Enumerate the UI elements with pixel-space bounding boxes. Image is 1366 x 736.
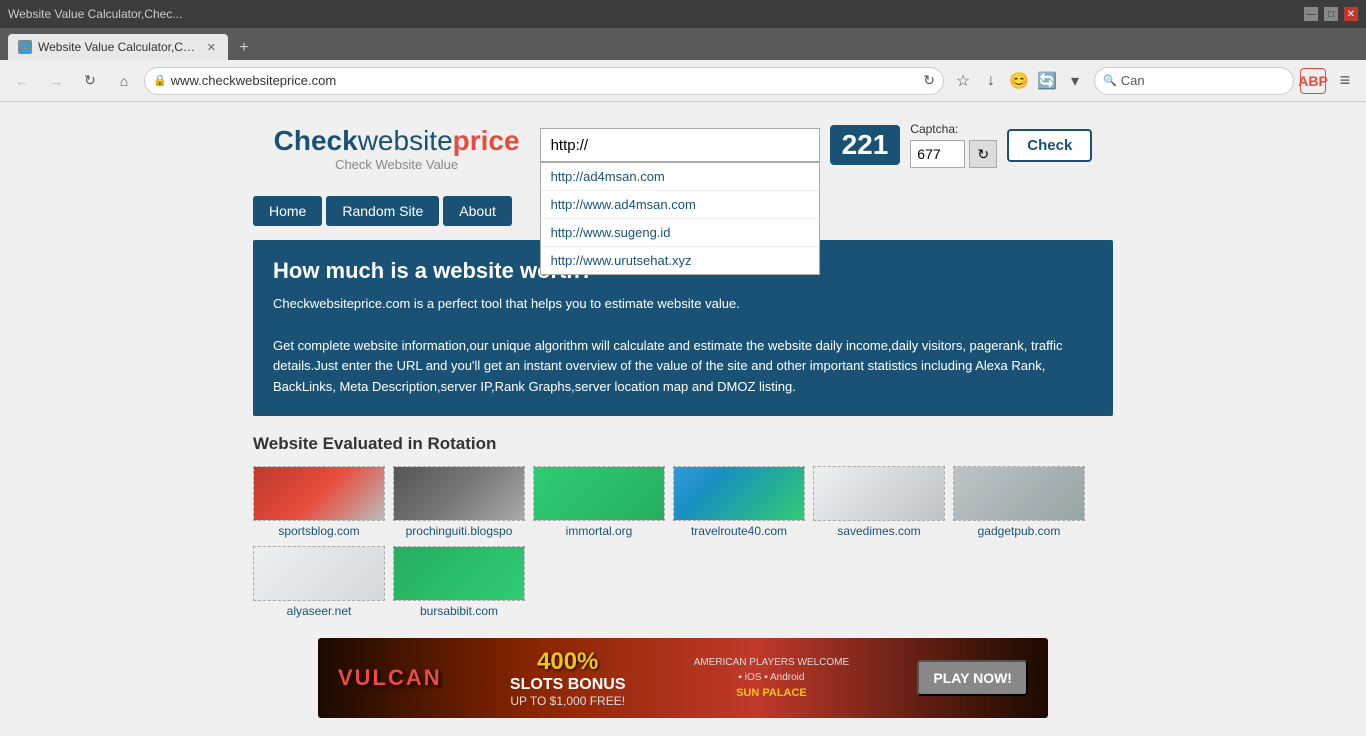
site-label: bursabibit.com [393,604,525,618]
list-item[interactable]: travelroute40.com [673,466,805,538]
search-icon: 🔍 [1103,74,1117,87]
list-item[interactable]: savedimes.com [813,466,945,538]
list-item[interactable]: alyaseer.net [253,546,385,618]
nav-arrow-button[interactable]: ▾ [1062,68,1088,94]
page-content: Checkwebsiteprice Check Website Value ht… [0,102,1366,736]
tab-title: Website Value Calculator,Chec... [38,40,199,54]
downloads-button[interactable]: ↓ [978,68,1004,94]
captcha-area: Captcha: ↻ [910,122,997,168]
rotation-grid: sportsblog.com prochinguiti.blogspo immo… [253,466,1113,618]
site-thumbnail [393,466,525,521]
site-label: gadgetpub.com [953,524,1085,538]
sync-button[interactable]: 🔄 [1034,68,1060,94]
dropdown-item-2[interactable]: http://www.ad4msan.com [541,191,819,219]
refresh-button[interactable]: ↻ [76,67,104,95]
site-thumbnail [953,466,1085,521]
captcha-label: Captcha: [910,122,958,136]
list-item[interactable]: immortal.org [533,466,665,538]
captcha-input[interactable] [910,140,965,168]
site-label: travelroute40.com [673,524,805,538]
ad-bonus-text: 400% [537,648,598,676]
hero-text-1: Checkwebsiteprice.com is a perfect tool … [273,296,740,311]
site-label: savedimes.com [813,524,945,538]
logo-price: price [453,125,520,156]
site-label: alyaseer.net [253,604,385,618]
logo-website: website [358,125,453,156]
list-item[interactable]: prochinguiti.blogspo [393,466,525,538]
website-url-input[interactable] [540,128,820,162]
site-thumbnail [393,546,525,601]
nav-icons-right: ☆ ↓ 😊 🔄 ▾ [950,68,1088,94]
profile-button[interactable]: 😊 [1006,68,1032,94]
bookmark-button[interactable]: ☆ [950,68,976,94]
close-button[interactable]: ✕ [1344,7,1358,21]
browser-chrome: Website Value Calculator,Chec... — □ ✕ 🌐… [0,0,1366,102]
check-button[interactable]: Check [1007,129,1092,162]
site-logo: Checkwebsiteprice Check Website Value [274,125,520,172]
logo-subtitle: Check Website Value [274,157,520,172]
ad-free-text: UP TO $1,000 FREE! [510,694,625,708]
menu-button[interactable]: ≡ [1332,68,1358,94]
site-thumbnail [533,466,665,521]
minimize-button[interactable]: — [1304,7,1318,21]
ad-right-content: AMERICAN PLAYERS WELCOME ▪ iOS ▪ Android… [694,657,849,699]
back-button[interactable]: ← [8,67,36,95]
hero-text-2: Get complete website information,our uni… [273,338,1063,395]
forward-button[interactable]: → [42,67,70,95]
adblock-button[interactable]: ABP [1300,68,1326,94]
nav-random-button[interactable]: Random Site [326,196,439,226]
site-label: immortal.org [533,524,665,538]
tab-favicon: 🌐 [18,40,32,54]
list-item[interactable]: sportsblog.com [253,466,385,538]
url-bar-container: 🔒 ↻ [144,67,944,95]
tab-bar: 🌐 Website Value Calculator,Chec... ✕ + [0,28,1366,60]
nav-home-button[interactable]: Home [253,196,322,226]
active-tab[interactable]: 🌐 Website Value Calculator,Chec... ✕ [8,34,228,60]
tab-close-button[interactable]: ✕ [205,41,218,54]
site-thumbnail [253,466,385,521]
logo-check: Check [274,125,358,156]
dropdown-item-3[interactable]: http://www.sugeng.id [541,219,819,247]
list-item[interactable]: bursabibit.com [393,546,525,618]
title-bar-text: Website Value Calculator,Chec... [8,7,182,21]
dropdown-item-4[interactable]: http://www.urutsehat.xyz [541,247,819,274]
ad-left-content: VULCAN [338,665,442,691]
search-bar-container: 🔍 [1094,67,1294,95]
search-section: http://ad4msan.com http://www.ad4msan.co… [540,122,1093,168]
ad-brand-text: SUN PALACE [736,687,807,699]
rotation-section: Website Evaluated in Rotation sportsblog… [253,434,1113,618]
site-counter: 221 [830,125,901,165]
nav-about-button[interactable]: About [443,196,512,226]
url-refresh-button[interactable]: ↻ [923,72,935,89]
ad-slots-text: SLOTS BONUS [510,676,626,694]
ad-banner[interactable]: VULCAN 400% SLOTS BONUS UP TO $1,000 FRE… [318,638,1048,718]
ad-center-content: 400% SLOTS BONUS UP TO $1,000 FREE! [510,648,626,708]
site-thumbnail [253,546,385,601]
ad-welcome-text: AMERICAN PLAYERS WELCOME [694,657,849,668]
window-controls: — □ ✕ [1304,7,1358,21]
home-button[interactable]: ⌂ [110,67,138,95]
site-label: sportsblog.com [253,524,385,538]
nav-bar: ← → ↻ ⌂ 🔒 ↻ ☆ ↓ 😊 🔄 ▾ 🔍 ABP ≡ [0,60,1366,102]
maximize-button[interactable]: □ [1324,7,1338,21]
ad-platforms-text: ▪ iOS ▪ Android [738,672,804,683]
lock-icon: 🔒 [153,74,167,87]
url-input[interactable] [171,73,924,88]
site-thumbnail [673,466,805,521]
new-tab-button[interactable]: + [232,36,256,60]
title-bar: Website Value Calculator,Chec... — □ ✕ [0,0,1366,28]
url-autocomplete-dropdown: http://ad4msan.com http://www.ad4msan.co… [540,162,820,275]
ad-vulcan-text: VULCAN [338,665,442,691]
hero-text: Checkwebsiteprice.com is a perfect tool … [273,294,1093,398]
site-label: prochinguiti.blogspo [393,524,525,538]
search-input[interactable] [1121,73,1261,88]
list-item[interactable]: gadgetpub.com [953,466,1085,538]
dropdown-item-1[interactable]: http://ad4msan.com [541,163,819,191]
captcha-refresh-button[interactable]: ↻ [969,140,997,168]
ad-cta-button[interactable]: PLAY NOW! [917,660,1028,696]
url-input-wrapper: http://ad4msan.com http://www.ad4msan.co… [540,128,820,162]
rotation-title: Website Evaluated in Rotation [253,434,1113,454]
site-thumbnail [813,466,945,521]
